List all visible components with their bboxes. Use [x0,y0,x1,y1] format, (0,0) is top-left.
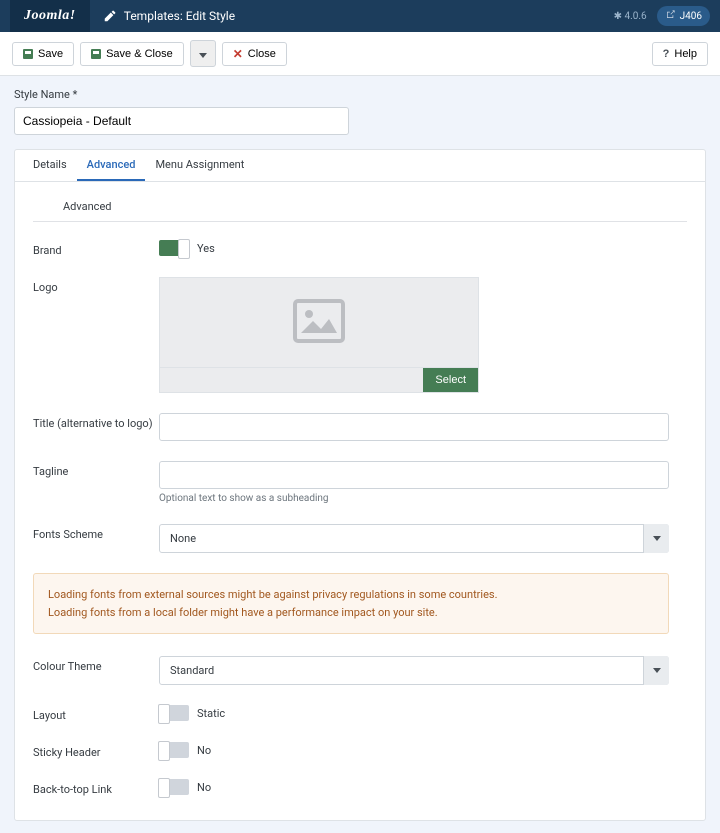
joomla-logo[interactable]: Joomla! [10,0,90,32]
fonts-warning-alert: Loading fonts from external sources migh… [33,573,669,634]
page-title-area: Templates: Edit Style [90,9,235,23]
version-text: ✱ 4.0.6 [614,11,647,22]
style-name-label: Style Name * [14,88,706,101]
logo-label: Logo [33,277,159,393]
back-to-top-value: No [197,781,211,794]
logo-select-button[interactable]: Select [423,368,478,392]
version-badge[interactable]: J406 [657,6,710,26]
chevron-down-icon [199,53,207,58]
save-icon [23,49,33,59]
sticky-header-toggle[interactable] [159,742,189,758]
title-alt-input[interactable] [159,413,669,441]
page-title: Templates: Edit Style [124,9,235,23]
style-name-input[interactable] [14,107,349,135]
form-card: Details Advanced Menu Assignment Advance… [14,149,706,821]
fonts-scheme-select[interactable]: None [159,524,669,553]
fonts-scheme-label: Fonts Scheme [33,524,159,553]
popout-icon [665,9,676,23]
tagline-help: Optional text to show as a subheading [159,493,687,504]
layout-toggle[interactable] [159,705,189,721]
action-toolbar: Save Save & Close ✕ Close ? Help [0,32,720,76]
help-icon: ? [663,48,670,60]
tab-menu-assignment[interactable]: Menu Assignment [145,150,254,181]
colour-theme-label: Colour Theme [33,656,159,685]
save-close-button[interactable]: Save & Close [80,42,184,66]
tab-advanced[interactable]: Advanced [77,150,146,181]
brand-toggle[interactable] [159,240,189,256]
fieldset-legend: Advanced [33,200,687,222]
close-icon: ✕ [233,48,243,60]
save-icon [91,49,101,59]
sticky-header-value: No [197,744,211,757]
top-bar: Joomla! Templates: Edit Style ✱ 4.0.6 J4… [0,0,720,32]
help-button[interactable]: ? Help [652,42,708,66]
back-to-top-label: Back-to-top Link [33,779,159,796]
save-button[interactable]: Save [12,42,74,66]
colour-theme-select[interactable]: Standard [159,656,669,685]
image-icon [293,299,345,346]
layout-label: Layout [33,705,159,722]
tagline-input[interactable] [159,461,669,489]
layout-value: Static [197,707,225,720]
pencil-icon [104,10,116,22]
tab-details[interactable]: Details [23,150,77,181]
logo-preview [159,277,479,367]
back-to-top-toggle[interactable] [159,779,189,795]
title-alt-label: Title (alternative to logo) [33,413,159,441]
close-button[interactable]: ✕ Close [222,42,287,66]
save-dropdown-button[interactable] [190,40,216,67]
tagline-label: Tagline [33,461,159,504]
sticky-header-label: Sticky Header [33,742,159,759]
tabs: Details Advanced Menu Assignment [15,150,705,182]
brand-label: Brand [33,240,159,257]
brand-value: Yes [197,242,215,255]
